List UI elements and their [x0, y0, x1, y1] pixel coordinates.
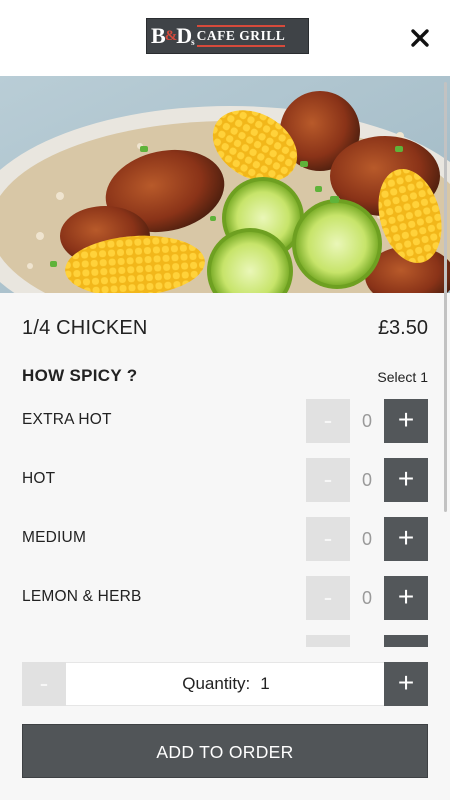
food-illustration [0, 76, 450, 293]
option-group-header: HOW SPICY ? Select 1 [22, 366, 428, 388]
decrement-button[interactable]: - [306, 635, 350, 647]
quantity-increment-button[interactable]: + [384, 662, 428, 706]
option-group-select-hint: Select 1 [377, 369, 428, 385]
option-label: LEMON & HERB [22, 588, 142, 605]
option-row-medium: MEDIUM - 0 + [0, 517, 450, 561]
item-photo [0, 76, 450, 293]
option-count: 0 [361, 411, 372, 431]
decrement-button[interactable]: - [306, 458, 350, 502]
cafe-logo: B&Ds CAFE GRILL [146, 18, 309, 54]
option-count: 0 [361, 529, 372, 549]
option-count: 0 [361, 588, 372, 608]
quantity-display: Quantity: 1 [67, 663, 385, 705]
close-button[interactable] [406, 24, 434, 52]
increment-button[interactable]: + [384, 458, 428, 502]
option-label: HOT [22, 470, 56, 487]
decrement-button[interactable]: - [306, 517, 350, 561]
option-label: EXTRA HOT [22, 411, 112, 428]
quantity-value: 1 [260, 674, 270, 693]
item-name: 1/4 CHICKEN [22, 317, 148, 339]
option-count [350, 635, 384, 647]
quantity-decrement-button[interactable]: - [22, 662, 66, 706]
option-row-hot: HOT - 0 + [0, 458, 450, 502]
option-label: MEDIUM [22, 529, 87, 546]
option-count: 0 [361, 470, 372, 490]
option-row-lemon-herb: LEMON & HERB - 0 + [0, 576, 450, 620]
item-header: 1/4 CHICKEN £3.50 [22, 317, 428, 343]
quantity-label: Quantity: [182, 674, 251, 693]
decrement-button[interactable]: - [306, 576, 350, 620]
increment-button[interactable]: + [384, 517, 428, 561]
close-icon [411, 29, 429, 47]
option-group-title: HOW SPICY ? [22, 366, 138, 385]
increment-button[interactable]: + [384, 635, 428, 647]
logo-monogram: B&Ds [151, 23, 194, 48]
add-to-order-button[interactable]: ADD TO ORDER [22, 724, 428, 778]
logo-wordmark: CAFE GRILL [196, 25, 286, 47]
option-row-extra-hot: EXTRA HOT - 0 + [0, 399, 450, 443]
item-options-panel[interactable]: 1/4 CHICKEN £3.50 HOW SPICY ? Select 1 E… [0, 293, 450, 647]
item-price: £3.50 [377, 317, 428, 339]
quantity-stepper: - Quantity: 1 + [22, 662, 428, 706]
app-header: B&Ds CAFE GRILL [0, 0, 450, 76]
increment-button[interactable]: + [384, 576, 428, 620]
decrement-button[interactable]: - [306, 399, 350, 443]
increment-button[interactable]: + [384, 399, 428, 443]
scrollbar[interactable] [444, 82, 447, 512]
option-row-partial: - + [0, 635, 450, 647]
